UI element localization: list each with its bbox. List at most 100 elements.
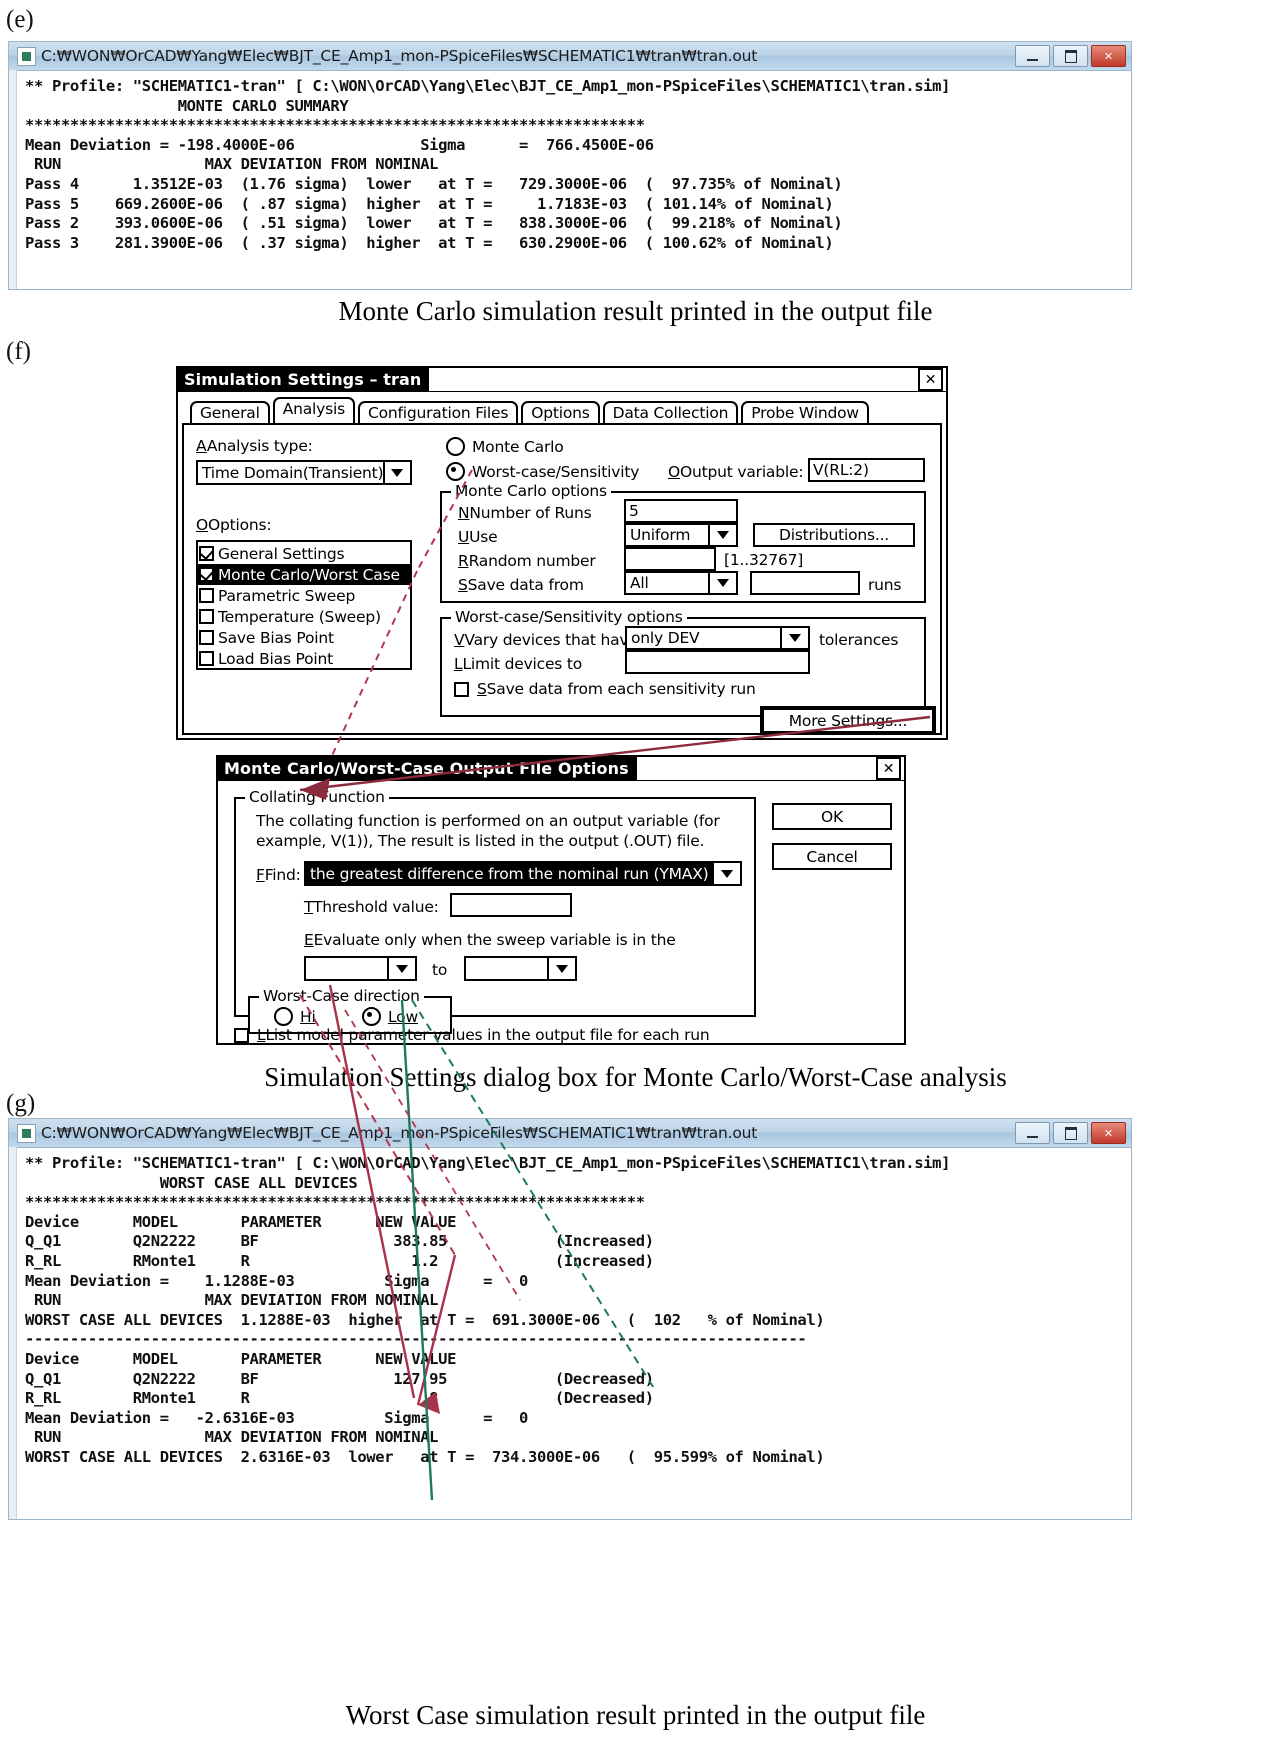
radio-icon[interactable]: [274, 1007, 293, 1026]
options-label-text: Options:: [208, 516, 272, 534]
close-button-e[interactable]: ✕: [1091, 45, 1126, 67]
radio-icon[interactable]: [446, 437, 465, 456]
out-line: Pass 3 281.3900E-06 ( .37 sigma) higher …: [25, 233, 834, 252]
checkbox-icon[interactable]: [234, 1027, 249, 1043]
direction-hi-label: Hi: [300, 1008, 316, 1026]
save-each-sensitivity-run-label-text: Save data from each sensitivity run: [486, 680, 756, 698]
out-line: Mean Deviation = -198.4000E-06 Sigma = 7…: [25, 135, 654, 154]
dialog-close-button[interactable]: ✕: [918, 368, 943, 391]
range-to-combo[interactable]: [464, 956, 577, 981]
use-distribution-combo[interactable]: Uniform: [624, 523, 738, 547]
threshold-field[interactable]: [450, 893, 572, 917]
checkbox-icon[interactable]: [199, 609, 214, 624]
chevron-down-icon[interactable]: [708, 571, 738, 595]
output-variable-value: V(RL:2): [813, 461, 869, 479]
tab-probe-window[interactable]: Probe Window: [741, 401, 869, 425]
window-title-g: C:₩WON₩OrCAD₩Yang₩Elec₩BJT_CE_Amp1_mon-P…: [41, 1124, 758, 1142]
chevron-down-icon[interactable]: [382, 460, 412, 485]
radio-direction-low[interactable]: Low: [362, 1007, 418, 1026]
dialog-titlebar[interactable]: Simulation Settings – tran ✕: [178, 368, 946, 392]
collating-description-line1: The collating function is performed on a…: [256, 812, 720, 830]
analysis-type-combo[interactable]: Time Domain(Transient): [196, 460, 412, 485]
random-number-field[interactable]: [624, 547, 716, 571]
chevron-down-icon[interactable]: [387, 956, 417, 981]
range-from-combo[interactable]: [304, 956, 417, 981]
caption-e: Monte Carlo simulation result printed in…: [338, 296, 933, 326]
find-label: FFind:: [256, 866, 301, 884]
checkbox-icon[interactable]: [199, 588, 214, 603]
window-left-rail-g: [9, 1147, 17, 1519]
evaluate-label-text: Evaluate only when the sweep variable is…: [313, 931, 676, 949]
dialog-body: General Analysis Configuration Files Opt…: [178, 392, 946, 741]
checkbox-icon[interactable]: [454, 681, 469, 697]
list-model-parameters-checkbox[interactable]: LList model parameter values in the outp…: [234, 1026, 710, 1044]
checkbox-icon[interactable]: [199, 651, 214, 666]
tab-data-collection[interactable]: Data Collection: [602, 401, 739, 425]
out-line: ****************************************…: [25, 116, 645, 135]
option-monte-carlo-worst-case[interactable]: Monte Carlo/Worst Case: [198, 564, 410, 585]
save-data-runs-field[interactable]: [750, 571, 860, 595]
more-settings-button[interactable]: More Settings...: [762, 708, 934, 733]
tab-general[interactable]: General: [190, 401, 270, 425]
radio-icon[interactable]: [362, 1007, 381, 1026]
out-line: Mean Deviation = -2.6316E-03 Sigma = 0: [25, 1408, 528, 1427]
checkbox-icon[interactable]: [199, 546, 214, 561]
number-of-runs-field[interactable]: 5: [624, 499, 738, 523]
radio-monte-carlo[interactable]: Monte Carlo: [446, 437, 564, 456]
output-options-titlebar[interactable]: Monte Carlo/Worst-Case Output File Optio…: [218, 757, 904, 781]
checkbox-icon[interactable]: [199, 630, 214, 645]
checkbox-icon[interactable]: [199, 567, 214, 582]
option-save-bias-point[interactable]: Save Bias Point: [198, 627, 410, 648]
tab-analysis[interactable]: Analysis: [272, 397, 355, 423]
output-window-e: C:₩WON₩OrCAD₩Yang₩Elec₩BJT_CE_Amp1_mon-P…: [8, 41, 1132, 290]
limit-devices-label: LLimit devices to: [454, 655, 583, 673]
chevron-down-icon[interactable]: [780, 626, 810, 650]
window-titlebar-e[interactable]: C:₩WON₩OrCAD₩Yang₩Elec₩BJT_CE_Amp1_mon-P…: [9, 42, 1131, 71]
save-each-sensitivity-run-checkbox[interactable]: SSave data from each sensitivity run: [454, 680, 756, 698]
distributions-button[interactable]: Distributions...: [753, 523, 915, 547]
output-variable-field[interactable]: V(RL:2): [808, 458, 925, 482]
option-parametric-sweep[interactable]: Parametric Sweep: [198, 585, 410, 606]
close-button-g[interactable]: ✕: [1091, 1122, 1126, 1144]
option-temperature-sweep[interactable]: Temperature (Sweep): [198, 606, 410, 627]
tab-options[interactable]: Options: [521, 401, 600, 425]
radio-icon[interactable]: [446, 462, 465, 481]
out-line: ****************************************…: [25, 1193, 645, 1212]
random-number-label: RRandom number: [458, 552, 596, 570]
caption-f: Simulation Settings dialog box for Monte…: [264, 1062, 1007, 1092]
threshold-label: TThreshold value:: [304, 898, 439, 916]
runs-suffix-label: runs: [868, 576, 902, 594]
direction-hi-text: Hi: [300, 1007, 316, 1026]
save-data-from-combo[interactable]: All: [624, 571, 738, 595]
chevron-down-icon[interactable]: [708, 523, 738, 547]
list-model-parameters-label: LList model parameter values in the outp…: [257, 1026, 710, 1044]
minimize-button-g[interactable]: [1015, 1122, 1050, 1144]
cancel-button[interactable]: Cancel: [772, 843, 892, 870]
save-data-from-label: SSave data from: [458, 576, 584, 594]
tab-strip: General Analysis Configuration Files Opt…: [182, 397, 950, 425]
save-each-sensitivity-run-label: SSave data from each sensitivity run: [477, 680, 756, 698]
option-load-bias-point[interactable]: Load Bias Point: [198, 648, 410, 669]
radio-worst-case-sensitivity[interactable]: Worst-case/Sensitivity: [446, 462, 639, 481]
output-file-options-dialog: Monte Carlo/Worst-Case Output File Optio…: [216, 755, 906, 1045]
chevron-down-icon[interactable]: [712, 861, 742, 886]
output-options-close-button[interactable]: ✕: [876, 757, 901, 780]
limit-devices-field[interactable]: [625, 650, 810, 674]
save-data-from-label-text: Save data from: [467, 576, 584, 594]
maximize-button-e[interactable]: [1053, 45, 1088, 67]
options-listbox[interactable]: General Settings Monte Carlo/Worst Case …: [196, 540, 412, 670]
ok-button[interactable]: OK: [772, 803, 892, 830]
out-line: Q_Q1 Q2N2222 BF 383.85 (Increased): [25, 1232, 654, 1251]
tab-configuration-files[interactable]: Configuration Files: [357, 401, 519, 425]
window-titlebar-g[interactable]: C:₩WON₩OrCAD₩Yang₩Elec₩BJT_CE_Amp1_mon-P…: [9, 1119, 1131, 1148]
minimize-button-e[interactable]: [1015, 45, 1050, 67]
figure-page: (e) C:₩WON₩OrCAD₩Yang₩Elec₩BJT_CE_Amp1_m…: [0, 0, 1271, 1746]
out-line: MONTE CARLO SUMMARY: [25, 96, 349, 115]
window-controls-g: ✕: [1015, 1122, 1129, 1144]
chevron-down-icon[interactable]: [547, 956, 577, 981]
option-general-settings[interactable]: General Settings: [198, 543, 410, 564]
vary-devices-combo[interactable]: only DEV: [625, 626, 810, 650]
radio-direction-hi[interactable]: Hi: [274, 1007, 316, 1026]
maximize-button-g[interactable]: [1053, 1122, 1088, 1144]
find-combo[interactable]: the greatest difference from the nominal…: [304, 861, 742, 886]
